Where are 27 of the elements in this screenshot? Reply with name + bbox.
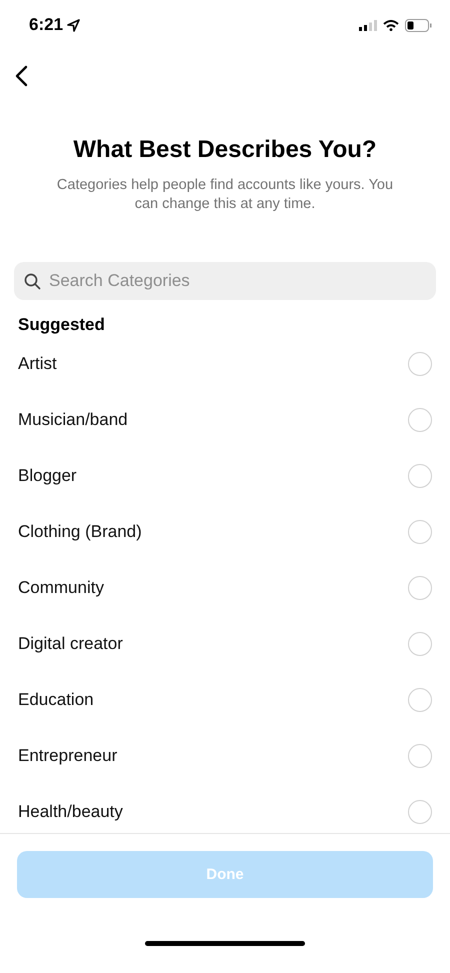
- signal-icon: [359, 20, 377, 30]
- radio-button[interactable]: [408, 352, 432, 376]
- radio-button[interactable]: [408, 744, 432, 768]
- radio-button[interactable]: [408, 632, 432, 656]
- category-label: Entrepreneur: [18, 746, 118, 766]
- wifi-icon: [383, 20, 399, 30]
- radio-button[interactable]: [408, 800, 432, 824]
- page-subtitle: Categories help people find accounts like yours. You can change this at any time.: [56, 176, 394, 214]
- category-label: Artist: [18, 354, 57, 374]
- category-label: Musician/band: [18, 410, 128, 430]
- page-title: What Best Describes You?: [72, 136, 378, 164]
- radio-button[interactable]: [408, 688, 432, 712]
- category-label: Community: [18, 578, 104, 598]
- radio-button[interactable]: [408, 464, 432, 488]
- category-label: Health/beauty: [18, 802, 123, 822]
- radio-button[interactable]: [408, 408, 432, 432]
- status-time: 6:21: [29, 15, 64, 35]
- location-arrow-icon: [67, 18, 80, 32]
- battery-icon: [405, 18, 432, 32]
- section-heading: Suggested: [18, 315, 106, 335]
- radio-button[interactable]: [408, 520, 432, 544]
- category-label: Education: [18, 690, 94, 710]
- search-field[interactable]: Search Categories: [14, 262, 436, 300]
- category-label: Clothing (Brand): [18, 522, 142, 542]
- radio-button[interactable]: [408, 576, 432, 600]
- category-label: Blogger: [18, 466, 77, 486]
- category-label: Digital creator: [18, 634, 123, 654]
